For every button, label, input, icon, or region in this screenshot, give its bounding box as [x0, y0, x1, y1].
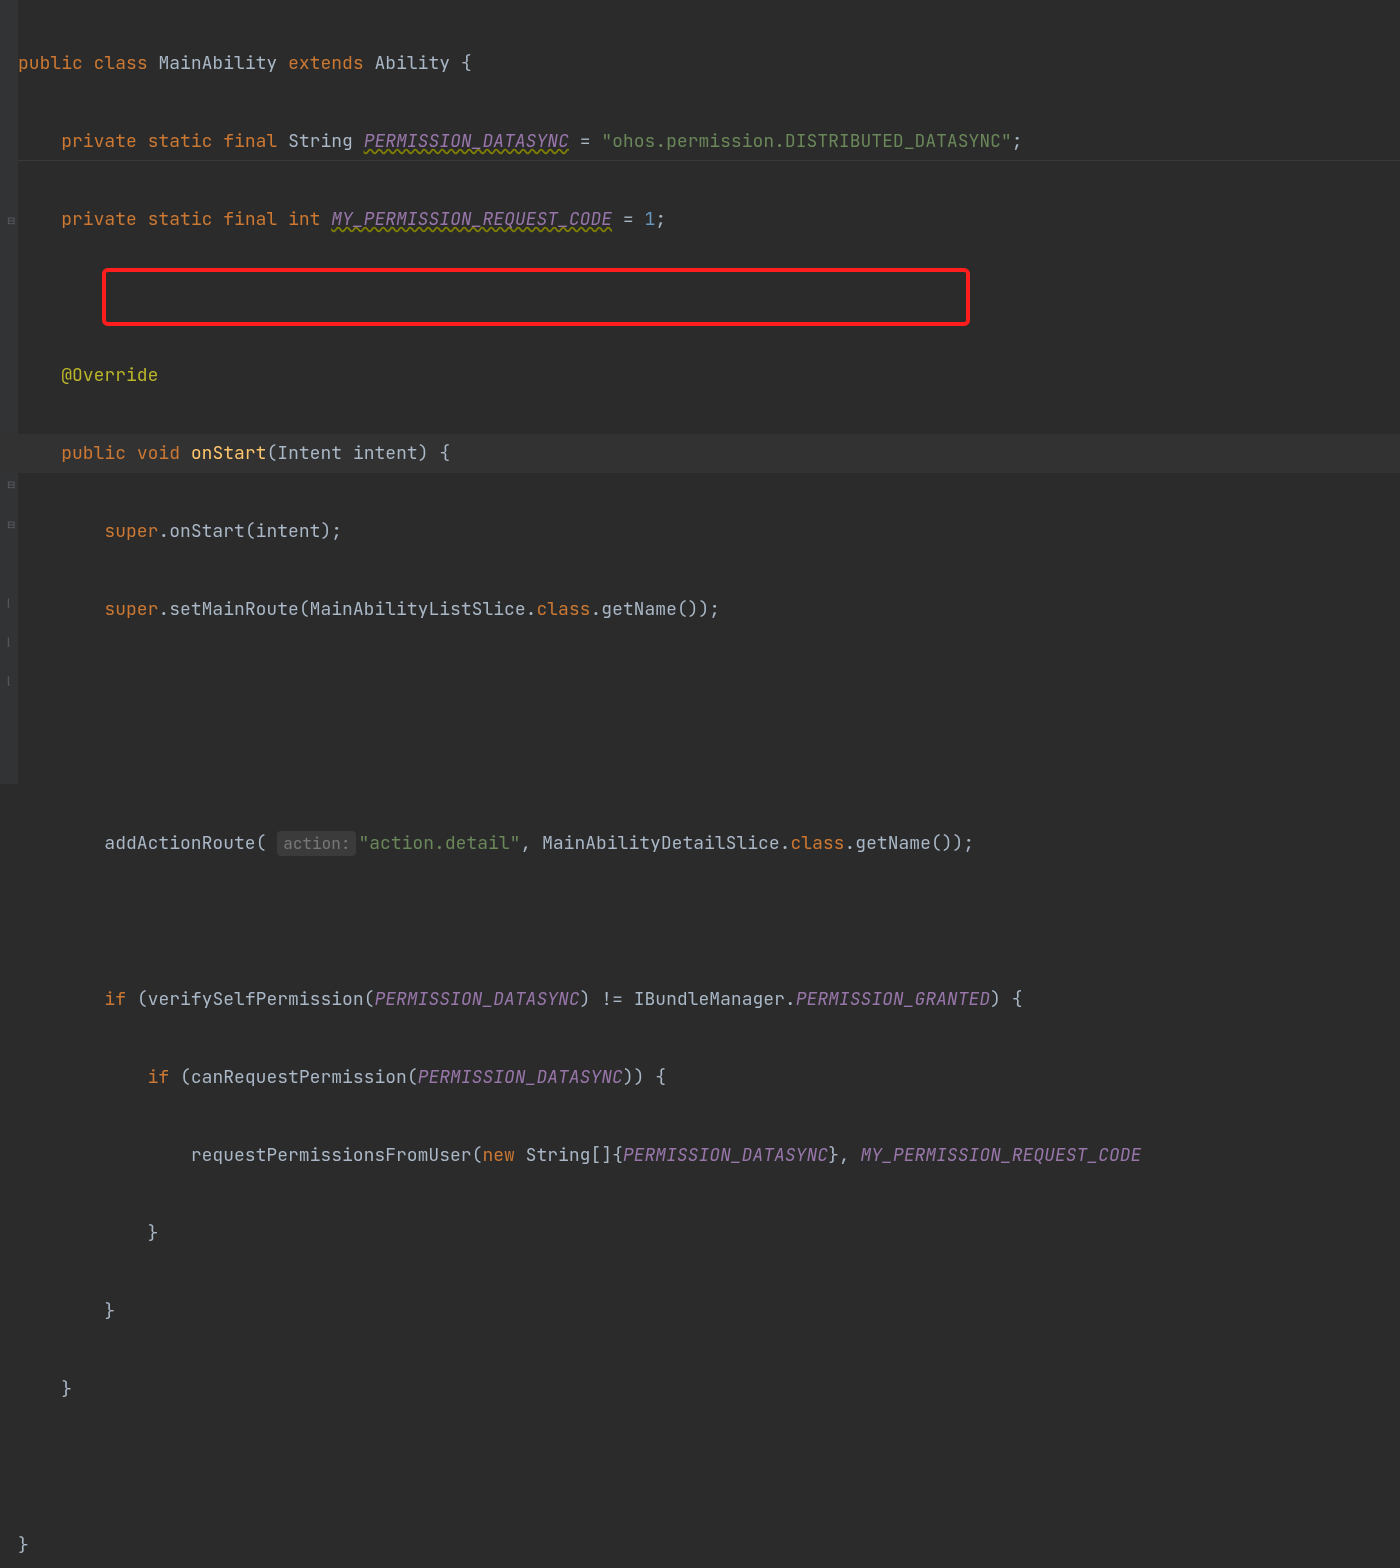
- code-line[interactable]: [18, 902, 1141, 941]
- keyword: final: [223, 130, 277, 153]
- keyword: static: [148, 130, 213, 153]
- keyword: if: [104, 988, 126, 1011]
- class-name: Ability: [374, 52, 450, 75]
- code-line[interactable]: addActionRoute( action:"action.detail", …: [18, 824, 1141, 863]
- code-line[interactable]: super.onStart(intent);: [18, 512, 1141, 551]
- method-call: getName: [855, 832, 931, 855]
- fold-end-icon[interactable]: ⌊: [7, 637, 17, 647]
- method-call: canRequestPermission: [191, 1066, 407, 1089]
- field-ref: PERMISSION_DATASYNC: [623, 1144, 828, 1167]
- code-line[interactable]: @Override: [18, 356, 1141, 395]
- field-ref: MY_PERMISSION_REQUEST_CODE: [861, 1144, 1142, 1167]
- code-line[interactable]: requestPermissionsFromUser(new String[]{…: [18, 1136, 1141, 1175]
- code-line[interactable]: [18, 1448, 1141, 1487]
- code-line[interactable]: if (verifySelfPermission(PERMISSION_DATA…: [18, 980, 1141, 1019]
- code-line[interactable]: public class MainAbility extends Ability…: [18, 44, 1141, 83]
- parameter-hint: action:: [277, 831, 356, 856]
- fold-toggle-icon[interactable]: ⊟: [7, 480, 17, 490]
- identifier: intent: [256, 520, 321, 543]
- method-call: setMainRoute: [169, 598, 299, 621]
- keyword: super: [104, 598, 158, 621]
- field: MY_PERMISSION_REQUEST_CODE: [331, 208, 612, 231]
- keyword: static: [148, 208, 213, 231]
- code-line[interactable]: super.setMainRoute(MainAbilityListSlice.…: [18, 590, 1141, 629]
- field-ref: PERMISSION_GRANTED: [796, 988, 990, 1011]
- class-name: IBundleManager: [634, 988, 785, 1011]
- keyword: super: [104, 520, 158, 543]
- method-call: onStart: [169, 520, 245, 543]
- class-name: MainAbilityDetailSlice: [542, 832, 780, 855]
- keyword: final: [223, 208, 277, 231]
- code-line[interactable]: }: [18, 1526, 1141, 1565]
- keyword: new: [482, 1144, 514, 1167]
- code-line[interactable]: }: [18, 1370, 1141, 1409]
- code-line[interactable]: [18, 278, 1141, 317]
- editor-gutter: [0, 0, 18, 784]
- method-call: requestPermissionsFromUser: [191, 1144, 472, 1167]
- code-line[interactable]: private static final String PERMISSION_D…: [18, 122, 1141, 161]
- string-literal: "ohos.permission.DISTRIBUTED_DATASYNC": [601, 130, 1011, 153]
- method-decl: onStart: [191, 442, 267, 465]
- code-line[interactable]: [18, 746, 1141, 785]
- method-call: verifySelfPermission: [148, 988, 364, 1011]
- keyword: if: [148, 1066, 170, 1089]
- code-editor[interactable]: public class MainAbility extends Ability…: [18, 5, 1141, 1568]
- keyword: class: [790, 832, 844, 855]
- field-ref: PERMISSION_DATASYNC: [374, 988, 579, 1011]
- string-literal: "action.detail": [358, 832, 520, 855]
- code-line[interactable]: private static final int MY_PERMISSION_R…: [18, 200, 1141, 239]
- identifier: intent: [353, 442, 418, 465]
- fold-end-icon[interactable]: ⌊: [7, 598, 17, 608]
- keyword: private: [61, 208, 137, 231]
- method-call: getName: [601, 598, 677, 621]
- keyword: int: [288, 208, 320, 231]
- field: PERMISSION_DATASYNC: [364, 130, 569, 153]
- annotation: @Override: [61, 364, 158, 387]
- method-call: addActionRoute: [104, 832, 255, 855]
- code-line[interactable]: }: [18, 1292, 1141, 1331]
- code-line[interactable]: [18, 668, 1141, 707]
- code-line[interactable]: if (canRequestPermission(PERMISSION_DATA…: [18, 1058, 1141, 1097]
- keyword: class: [94, 52, 148, 75]
- code-line[interactable]: public void onStart(Intent intent) {: [18, 434, 1141, 473]
- number-literal: 1: [645, 208, 656, 231]
- type: String: [526, 1144, 591, 1167]
- keyword: public: [18, 52, 83, 75]
- field-ref: PERMISSION_DATASYNC: [418, 1066, 623, 1089]
- class-name: MainAbility: [158, 52, 277, 75]
- keyword: void: [137, 442, 180, 465]
- code-line[interactable]: }: [18, 1214, 1141, 1253]
- type: String: [288, 130, 353, 153]
- type: Intent: [277, 442, 342, 465]
- fold-toggle-icon[interactable]: ⊟: [7, 216, 17, 226]
- fold-toggle-icon[interactable]: ⊟: [7, 520, 17, 530]
- keyword: private: [61, 130, 137, 153]
- keyword: extends: [288, 52, 364, 75]
- fold-end-icon[interactable]: ⌊: [7, 676, 17, 686]
- keyword: public: [61, 442, 126, 465]
- keyword: class: [536, 598, 590, 621]
- class-name: MainAbilityListSlice: [310, 598, 526, 621]
